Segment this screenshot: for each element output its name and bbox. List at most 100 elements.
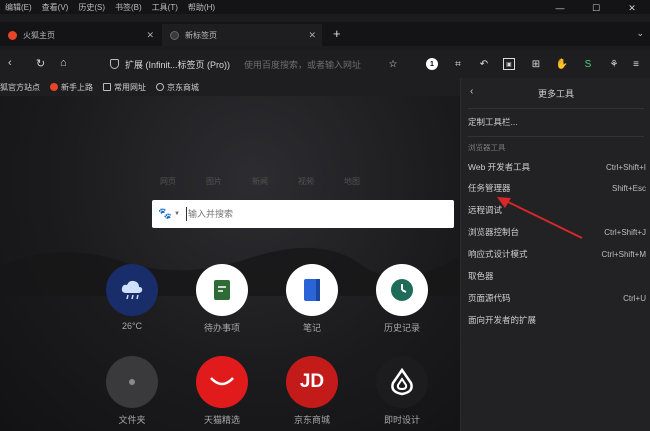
baidu-paw-icon[interactable]: 🐾 <box>158 208 172 220</box>
search-category-tabs: 网页 图片 新闻 视频 地图 <box>160 176 360 187</box>
notes-tile-circle <box>286 264 338 316</box>
menu-help[interactable]: 帮助(H) <box>183 2 220 13</box>
search-tab-news[interactable]: 新闻 <box>252 176 268 187</box>
tab-new-tab[interactable]: 新标签页 ✕ <box>162 24 322 46</box>
tile-label: 待办事项 <box>203 323 240 333</box>
divider <box>468 108 644 109</box>
menu-item-label: 定制工具栏... <box>468 117 518 127</box>
extension-grid-icon[interactable]: ⊞ <box>530 58 542 70</box>
tile-history[interactable]: 历史记录 <box>374 264 430 334</box>
weather-tile-circle <box>106 264 158 316</box>
search-input[interactable] <box>187 209 428 219</box>
menu-web-developer-tools[interactable]: Web 开发者工具 Ctrl+Shift+I <box>468 157 646 177</box>
tmall-icon <box>210 377 234 386</box>
panel-title: 更多工具 <box>537 89 574 99</box>
extension-hand-icon[interactable]: ✋ <box>556 58 568 70</box>
menu-edit[interactable]: 编辑(E) <box>0 2 37 13</box>
tab-firefox-home[interactable]: 火狐主页 ✕ <box>0 24 160 46</box>
more-tools-panel: ‹ 更多工具 定制工具栏... 浏览器工具 Web 开发者工具 Ctrl+Shi… <box>460 78 650 431</box>
search-box[interactable]: 🐾 ▼ <box>152 200 454 228</box>
close-tab-icon[interactable]: ✕ <box>146 30 154 41</box>
menu-item-label: 任务管理器 <box>468 183 511 193</box>
menu-task-manager[interactable]: 任务管理器 Shift+Esc <box>468 178 646 198</box>
menu-item-label: 响应式设计模式 <box>468 249 528 259</box>
bookmark-common-sites[interactable]: 常用网址 <box>103 82 146 93</box>
tile-notes[interactable]: 笔记 <box>284 264 340 334</box>
bookmark-label: 常用网址 <box>114 82 146 92</box>
menu-responsive-design-mode[interactable]: 响应式设计模式 Ctrl+Shift+M <box>468 244 646 264</box>
hamburger-menu-icon[interactable]: ≡ <box>630 58 642 70</box>
tile-jd[interactable]: JD 京东商城 <box>284 356 340 426</box>
engine-dropdown-caret-icon[interactable]: ▼ <box>174 211 180 217</box>
tile-label: 天猫精选 <box>203 415 240 425</box>
drop-logo-icon <box>391 368 413 396</box>
extension-puzzle-icon[interactable]: ⚘ <box>608 58 620 70</box>
notepad-icon <box>214 280 230 300</box>
bookmark-getting-started[interactable]: 新手上路 <box>50 82 93 93</box>
divider <box>468 136 644 137</box>
menu-item-shortcut: Shift+Esc <box>611 183 646 193</box>
bookmark-label: 京东商城 <box>167 82 199 92</box>
shield-icon <box>110 59 119 69</box>
home-icon[interactable]: ⌂ <box>60 57 67 69</box>
maximize-button[interactable]: ☐ <box>578 0 614 16</box>
tmall-tile-circle <box>196 356 248 408</box>
address-url: 扩展 (Infinit...标签页 (Pro)) <box>125 59 231 70</box>
crop-icon[interactable]: ⌗ <box>452 58 464 70</box>
tile-folder[interactable]: 文件夹 <box>104 356 160 426</box>
window-controls: — ☐ ✕ <box>542 0 650 16</box>
address-placeholder: 使用百度搜索，或者输入网址 <box>244 59 362 70</box>
menu-view[interactable]: 查看(V) <box>37 2 74 13</box>
reload-icon[interactable]: ↻ <box>36 57 45 70</box>
search-tab-web[interactable]: 网页 <box>160 176 176 187</box>
menu-browser-console[interactable]: 浏览器控制台 Ctrl+Shift+J <box>468 222 646 242</box>
new-tab-button[interactable]: + <box>333 26 341 41</box>
menu-remote-debugging[interactable]: 远程调试 <box>468 200 646 220</box>
menu-bookmarks[interactable]: 书签(B) <box>110 2 147 13</box>
bookmarks-bar: 火狐官方站点 新手上路 常用网址 京东商城 <box>0 78 460 96</box>
menu-tools[interactable]: 工具(T) <box>147 2 183 13</box>
tile-jishi-design[interactable]: 即时设计 <box>374 356 430 426</box>
back-arrow-icon[interactable]: ‹ <box>8 57 12 69</box>
menu-eyedropper[interactable]: 取色器 <box>468 266 646 286</box>
undo-icon[interactable]: ↶ <box>478 58 490 70</box>
bookmark-firefox-official[interactable]: 火狐官方站点 <box>0 82 40 93</box>
menu-developer-extensions[interactable]: 面向开发者的扩展 <box>468 310 646 330</box>
extension-s-icon[interactable]: S <box>582 58 594 70</box>
minimize-button[interactable]: — <box>542 0 578 16</box>
tile-label: 文件夹 <box>118 415 146 425</box>
bookmark-label: 新手上路 <box>61 82 93 92</box>
tile-tmall[interactable]: 天猫精选 <box>194 356 250 426</box>
menu-item-shortcut: Ctrl+U <box>623 293 646 303</box>
firefox-icon <box>8 30 17 40</box>
search-tab-images[interactable]: 图片 <box>206 176 222 187</box>
extension-screen-icon[interactable]: ▣ <box>503 58 515 70</box>
menu-item-label: 浏览器控制台 <box>468 227 520 237</box>
address-bar[interactable]: 扩展 (Infinit...标签页 (Pro)) 使用百度搜索，或者输入网址 <box>110 54 400 74</box>
search-tab-map[interactable]: 地图 <box>344 176 360 187</box>
menu-customize-toolbar[interactable]: 定制工具栏... <box>468 112 646 132</box>
tile-todo[interactable]: 待办事项 <box>194 264 250 334</box>
navigation-toolbar: ‹ ↻ ⌂ 扩展 (Infinit...标签页 (Pro)) 使用百度搜索，或者… <box>0 50 650 78</box>
newtab-icon <box>170 30 179 40</box>
notebook-icon <box>304 279 320 301</box>
tile-label: 即时设计 <box>383 415 420 425</box>
folder-tile-circle <box>106 356 158 408</box>
extension-1-icon[interactable]: 1 <box>426 58 438 70</box>
bookmark-jd-mall[interactable]: 京东商城 <box>156 82 199 93</box>
folder-icon <box>129 379 135 385</box>
todo-tile-circle <box>196 264 248 316</box>
menu-page-source[interactable]: 页面源代码 Ctrl+U <box>468 288 646 308</box>
globe-icon <box>156 83 164 91</box>
close-tab-icon[interactable]: ✕ <box>308 30 316 41</box>
bookmark-star-icon[interactable]: ☆ <box>387 58 399 70</box>
new-tab-page: 网页 图片 新闻 视频 地图 🐾 ▼ 26°C <box>0 96 460 431</box>
tab-list-chevron-icon[interactable]: ⌄ <box>636 28 644 39</box>
tile-weather[interactable]: 26°C <box>104 264 160 331</box>
search-tab-video[interactable]: 视频 <box>298 176 314 187</box>
menu-item-label: 页面源代码 <box>468 293 511 303</box>
firefox-icon <box>50 83 58 91</box>
close-window-button[interactable]: ✕ <box>614 0 650 16</box>
folder-icon <box>103 83 111 91</box>
menu-history[interactable]: 历史(S) <box>73 2 110 13</box>
